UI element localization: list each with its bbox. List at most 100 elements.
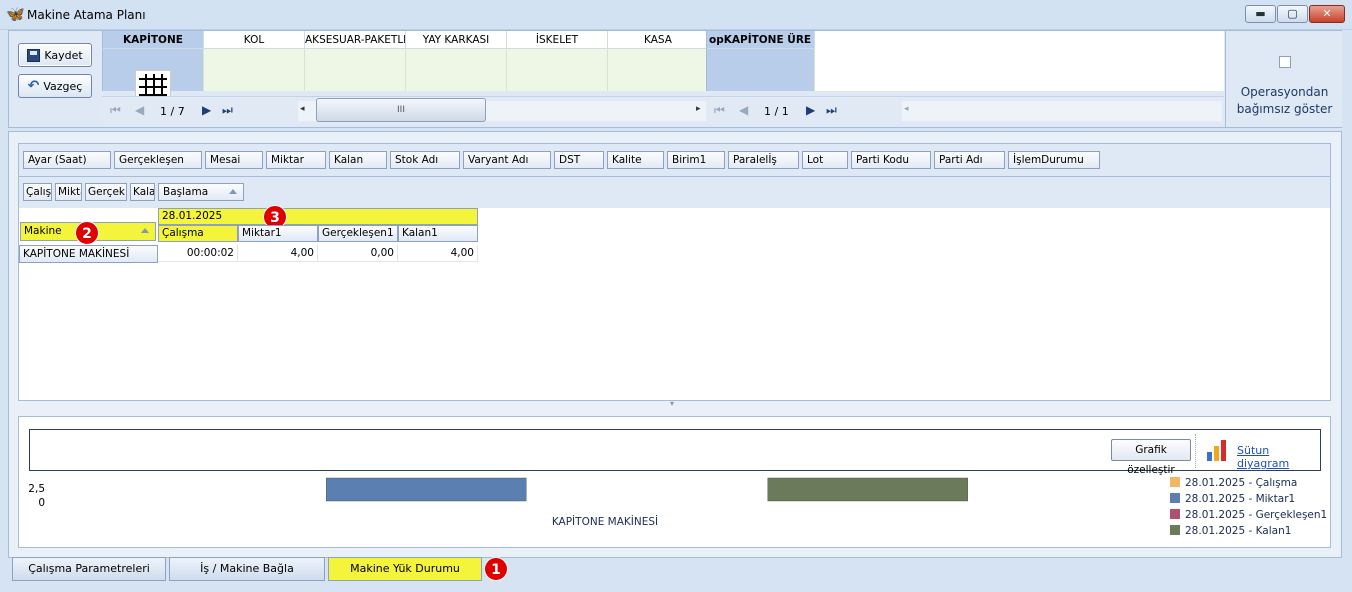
horizontal-scrollbar[interactable]: ◂ bbox=[902, 101, 1222, 121]
scroll-thumb[interactable]: III bbox=[316, 98, 486, 122]
cancel-button[interactable]: ↶ Vazgeç bbox=[18, 74, 92, 98]
tab-work-parameters[interactable]: Çalışma Parametreleri bbox=[12, 557, 166, 581]
scroll-left-icon[interactable]: ◂ bbox=[904, 104, 909, 114]
floppy-disk-icon bbox=[27, 48, 41, 62]
butterfly-icon: 🦋 bbox=[6, 5, 25, 23]
grid-column-header[interactable]: opKAPİTONE ÜRE bbox=[707, 31, 815, 49]
next-record-icon[interactable]: ▶ bbox=[806, 103, 815, 117]
pivot-filter-field[interactable]: DST bbox=[554, 151, 604, 169]
pivot-column-value: 28.01.2025 bbox=[162, 210, 223, 222]
chart-bar bbox=[767, 477, 968, 502]
pivot-data-field[interactable]: Mikta bbox=[55, 183, 82, 201]
last-record-icon[interactable]: ⏭ bbox=[222, 103, 233, 117]
grid-column-header[interactable]: KAPİTONE bbox=[103, 31, 204, 49]
divider bbox=[1195, 434, 1196, 468]
first-record-icon[interactable]: ⏮ bbox=[714, 103, 725, 117]
value-column-header[interactable]: Kalan1 bbox=[398, 225, 478, 242]
close-button[interactable]: ✕ bbox=[1309, 5, 1345, 23]
scroll-right-icon[interactable]: ▸ bbox=[696, 104, 701, 114]
record-navigator: ⏮ ◀ 1 / 7 ▶ ⏭ ◂ III ▸ bbox=[102, 96, 708, 124]
undo-arrow-icon: ↶ bbox=[27, 78, 40, 94]
pivot-filter-field[interactable]: Stok Adı bbox=[390, 151, 460, 169]
record-position: 1 / 1 bbox=[764, 105, 789, 118]
grid-column-header[interactable]: AKSESUAR-PAKETLE bbox=[305, 31, 406, 49]
next-record-icon[interactable]: ▶ bbox=[202, 103, 211, 117]
grid-column-header[interactable]: İSKELET bbox=[507, 31, 608, 49]
tab-machine-load[interactable]: Makine Yük Durumu bbox=[328, 557, 482, 581]
table-cell[interactable]: 4,00 bbox=[398, 245, 478, 262]
pivot-filter-field[interactable]: İşlemDurumu bbox=[1008, 151, 1100, 169]
pivot-filter-field[interactable]: Ayar (Saat) bbox=[23, 151, 111, 169]
window-title: Makine Atama Planı bbox=[27, 8, 146, 22]
pivot-filter-field[interactable]: Varyant Adı bbox=[463, 151, 551, 169]
value-column-header[interactable]: Çalışma bbox=[158, 225, 238, 242]
grid-card[interactable] bbox=[507, 49, 608, 91]
pivot-data-field[interactable]: Çalışı bbox=[23, 183, 52, 201]
chart-type-link[interactable]: Sütun diyagram bbox=[1237, 444, 1320, 470]
pivot-filter-field[interactable]: Paralelİş bbox=[728, 151, 799, 169]
record-position: 1 / 7 bbox=[160, 105, 185, 118]
grid-card[interactable] bbox=[305, 49, 406, 91]
independent-operation-label: Operasyondan bağımsız göster bbox=[1236, 85, 1333, 116]
table-cell[interactable]: 4,00 bbox=[238, 245, 318, 262]
pivot-data-field[interactable]: Kala bbox=[130, 183, 155, 201]
customize-chart-button[interactable]: Grafik özelleştir bbox=[1111, 439, 1191, 476]
pivot-filter-field[interactable]: Mesai bbox=[205, 151, 263, 169]
y-tick-label: 2,5 bbox=[28, 483, 45, 495]
grid-card[interactable] bbox=[608, 49, 709, 91]
pivot-filter-field[interactable]: Miktar bbox=[266, 151, 326, 169]
table-row-header[interactable]: KAPİTONE MAKİNESİ bbox=[19, 245, 158, 263]
last-record-icon[interactable]: ⏭ bbox=[826, 103, 837, 117]
legend-swatch bbox=[1170, 493, 1180, 503]
annotation-badge-1: 1 bbox=[484, 557, 508, 581]
prev-record-icon[interactable]: ◀ bbox=[135, 103, 144, 117]
pivot-grid: Ayar (Saat) Gerçekleşen Mesai Miktar Kalan St… bbox=[18, 143, 1331, 401]
table-cell[interactable]: 00:00:02 bbox=[158, 245, 238, 262]
pivot-row-field-label: Makine bbox=[24, 225, 62, 237]
row-label: KAPİTONE MAKİNESİ bbox=[23, 248, 130, 260]
legend-entry: 28.01.2025 - Çalışma bbox=[1185, 477, 1297, 489]
legend-entry: 28.01.2025 - Gerçekleşen1 bbox=[1185, 509, 1327, 521]
prev-record-icon[interactable]: ◀ bbox=[739, 103, 748, 117]
pivot-filter-field[interactable]: Birim1 bbox=[667, 151, 725, 169]
grid-card[interactable] bbox=[103, 49, 204, 106]
top-panel: Kaydet ↶ Vazgeç KAPİTONE KOL AKSESUAR-PA… bbox=[8, 30, 1342, 128]
cancel-button-label: Vazgeç bbox=[43, 79, 83, 93]
title-bar: 🦋 Makine Atama Planı ▬ ▢ ✕ bbox=[0, 0, 1352, 30]
legend-swatch bbox=[1170, 509, 1180, 519]
independent-operation-panel: Operasyondan bağımsız göster bbox=[1225, 31, 1342, 127]
scroll-left-icon[interactable]: ◂ bbox=[300, 104, 305, 114]
table-cell[interactable]: 0,00 bbox=[318, 245, 398, 262]
pivot-column-value-header[interactable]: 28.01.2025 bbox=[158, 208, 478, 225]
operation-card-grid: KAPİTONE KOL AKSESUAR-PAKETLE YAY KARKAS… bbox=[102, 31, 709, 106]
pivot-data-field[interactable]: Gerçekl bbox=[85, 183, 127, 201]
value-column-header[interactable]: Miktar1 bbox=[238, 225, 318, 242]
legend-entry: 28.01.2025 - Kalan1 bbox=[1185, 525, 1291, 537]
tab-job-machine-link[interactable]: İş / Makine Bağla bbox=[169, 557, 325, 581]
grid-card[interactable] bbox=[707, 49, 815, 91]
pivot-filter-field[interactable]: Kalan bbox=[329, 151, 387, 169]
save-button[interactable]: Kaydet bbox=[18, 43, 92, 67]
horizontal-scrollbar[interactable]: ◂ III ▸ bbox=[298, 98, 706, 122]
minimize-button[interactable]: ▬ bbox=[1245, 5, 1276, 23]
maximize-button[interactable]: ▢ bbox=[1277, 5, 1308, 23]
value-column-header[interactable]: Gerçekleşen1 bbox=[318, 225, 398, 242]
grid-column-header[interactable]: YAY KARKASI bbox=[406, 31, 507, 49]
pivot-filter-field[interactable]: Kalite bbox=[607, 151, 664, 169]
column-chart: 2,5 0 KAPİTONE MAKİNESİ 28.01.2025 - Çalışm… bbox=[28, 477, 1327, 537]
chart-bar bbox=[326, 477, 527, 502]
pivot-filter-field[interactable]: Lot bbox=[802, 151, 848, 169]
pivot-filter-field[interactable]: Parti Kodu bbox=[851, 151, 931, 169]
first-record-icon[interactable]: ⏮ bbox=[110, 103, 121, 117]
grid-card[interactable] bbox=[204, 49, 305, 91]
independent-operation-checkbox[interactable] bbox=[1279, 56, 1291, 68]
splitter-handle[interactable]: ▾ bbox=[18, 399, 1331, 410]
grid-card[interactable] bbox=[406, 49, 507, 91]
pivot-filter-field[interactable]: Gerçekleşen bbox=[114, 151, 202, 169]
pivot-column-field[interactable]: Başlama bbox=[158, 183, 244, 201]
divider bbox=[19, 176, 1330, 177]
grid-column-header[interactable]: KOL bbox=[204, 31, 305, 49]
grid-column-header[interactable]: KASA bbox=[608, 31, 709, 49]
pivot-filter-field[interactable]: Parti Adı bbox=[934, 151, 1005, 169]
x-tick-label: KAPİTONE MAKİNESİ bbox=[552, 515, 658, 528]
